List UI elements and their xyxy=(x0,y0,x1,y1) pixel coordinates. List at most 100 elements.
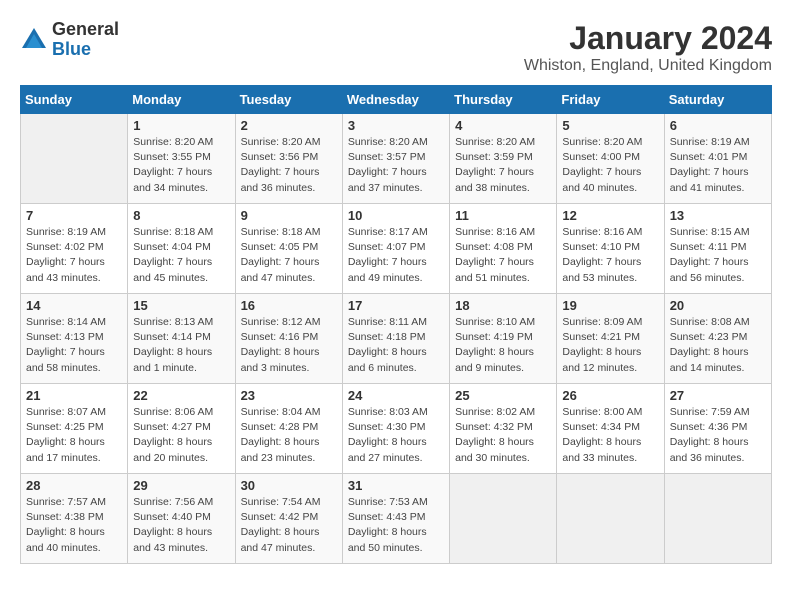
day-number: 23 xyxy=(241,388,337,403)
calendar-cell xyxy=(557,474,664,564)
day-info: Sunrise: 8:20 AMSunset: 4:00 PMDaylight:… xyxy=(562,135,658,196)
calendar-cell: 1 Sunrise: 8:20 AMSunset: 3:55 PMDaylight… xyxy=(128,114,235,204)
day-number: 28 xyxy=(26,478,122,493)
day-info: Sunrise: 7:59 AMSunset: 4:36 PMDaylight:… xyxy=(670,405,766,466)
header-row: SundayMondayTuesdayWednesdayThursdayFrid… xyxy=(21,86,772,114)
calendar-cell: 30 Sunrise: 7:54 AMSunset: 4:42 PMDayligh… xyxy=(235,474,342,564)
day-number: 16 xyxy=(241,298,337,313)
day-number: 19 xyxy=(562,298,658,313)
calendar-cell: 27 Sunrise: 7:59 AMSunset: 4:36 PMDayligh… xyxy=(664,384,771,474)
calendar-cell: 17Sunrise: 8:11 AMSunset: 4:18 PMDayligh… xyxy=(342,294,449,384)
calendar-cell: 6Sunrise: 8:19 AMSunset: 4:01 PMDaylight… xyxy=(664,114,771,204)
day-info: Sunrise: 8:16 AMSunset: 4:10 PMDaylight:… xyxy=(562,225,658,286)
calendar-cell xyxy=(664,474,771,564)
day-info: Sunrise: 8:20 AMSunset: 3:59 PMDaylight:… xyxy=(455,135,551,196)
calendar-cell: 2 Sunrise: 8:20 AMSunset: 3:56 PMDaylight… xyxy=(235,114,342,204)
day-number: 25 xyxy=(455,388,551,403)
calendar-cell: 22 Sunrise: 8:06 AMSunset: 4:27 PMDayligh… xyxy=(128,384,235,474)
calendar-cell: 31 Sunrise: 7:53 AMSunset: 4:43 PMDayligh… xyxy=(342,474,449,564)
header-day: Friday xyxy=(557,86,664,114)
header-day: Thursday xyxy=(450,86,557,114)
header-day: Monday xyxy=(128,86,235,114)
location: Whiston, England, United Kingdom xyxy=(524,57,772,75)
day-number: 10 xyxy=(348,208,444,223)
month-title: January 2024 xyxy=(524,20,772,57)
calendar-cell: 16 Sunrise: 8:12 AMSunset: 4:16 PMDayligh… xyxy=(235,294,342,384)
day-number: 14 xyxy=(26,298,122,313)
day-number: 6 xyxy=(670,118,766,133)
day-number: 9 xyxy=(241,208,337,223)
day-info: Sunrise: 8:18 AMSunset: 4:05 PMDaylight:… xyxy=(241,225,337,286)
day-number: 12 xyxy=(562,208,658,223)
calendar-cell xyxy=(21,114,128,204)
day-info: Sunrise: 8:14 AMSunset: 4:13 PMDaylight:… xyxy=(26,315,122,376)
day-number: 1 xyxy=(133,118,229,133)
calendar-table: SundayMondayTuesdayWednesdayThursdayFrid… xyxy=(20,85,772,564)
day-number: 22 xyxy=(133,388,229,403)
calendar-cell: 9 Sunrise: 8:18 AMSunset: 4:05 PMDaylight… xyxy=(235,204,342,294)
calendar-body: 1 Sunrise: 8:20 AMSunset: 3:55 PMDaylight… xyxy=(21,114,772,564)
day-number: 7 xyxy=(26,208,122,223)
calendar-cell: 28 Sunrise: 7:57 AMSunset: 4:38 PMDayligh… xyxy=(21,474,128,564)
calendar-cell: 8Sunrise: 8:18 AMSunset: 4:04 PMDaylight… xyxy=(128,204,235,294)
calendar-week-row: 7Sunrise: 8:19 AMSunset: 4:02 PMDaylight… xyxy=(21,204,772,294)
day-number: 2 xyxy=(241,118,337,133)
calendar-cell: 25 Sunrise: 8:02 AMSunset: 4:32 PMDayligh… xyxy=(450,384,557,474)
header-day: Wednesday xyxy=(342,86,449,114)
header-day: Saturday xyxy=(664,86,771,114)
page-header: General Blue January 2024 Whiston, Engla… xyxy=(20,20,772,75)
calendar-cell: 7Sunrise: 8:19 AMSunset: 4:02 PMDaylight… xyxy=(21,204,128,294)
day-info: Sunrise: 8:13 AMSunset: 4:14 PMDaylight:… xyxy=(133,315,229,376)
day-info: Sunrise: 8:00 AMSunset: 4:34 PMDaylight:… xyxy=(562,405,658,466)
logo-text: General Blue xyxy=(52,20,119,60)
calendar-cell: 11 Sunrise: 8:16 AMSunset: 4:08 PMDayligh… xyxy=(450,204,557,294)
day-number: 3 xyxy=(348,118,444,133)
calendar-cell: 19Sunrise: 8:09 AMSunset: 4:21 PMDayligh… xyxy=(557,294,664,384)
day-info: Sunrise: 8:20 AMSunset: 3:56 PMDaylight:… xyxy=(241,135,337,196)
day-number: 17 xyxy=(348,298,444,313)
day-number: 30 xyxy=(241,478,337,493)
day-info: Sunrise: 8:12 AMSunset: 4:16 PMDaylight:… xyxy=(241,315,337,376)
day-number: 31 xyxy=(348,478,444,493)
calendar-cell: 18Sunrise: 8:10 AMSunset: 4:19 PMDayligh… xyxy=(450,294,557,384)
calendar-cell xyxy=(450,474,557,564)
day-number: 11 xyxy=(455,208,551,223)
calendar-week-row: 21 Sunrise: 8:07 AMSunset: 4:25 PMDayligh… xyxy=(21,384,772,474)
day-info: Sunrise: 7:53 AMSunset: 4:43 PMDaylight:… xyxy=(348,495,444,556)
calendar-cell: 14 Sunrise: 8:14 AMSunset: 4:13 PMDayligh… xyxy=(21,294,128,384)
day-info: Sunrise: 8:20 AMSunset: 3:57 PMDaylight:… xyxy=(348,135,444,196)
calendar-cell: 23Sunrise: 8:04 AMSunset: 4:28 PMDayligh… xyxy=(235,384,342,474)
day-number: 27 xyxy=(670,388,766,403)
calendar-cell: 15 Sunrise: 8:13 AMSunset: 4:14 PMDayligh… xyxy=(128,294,235,384)
day-info: Sunrise: 8:07 AMSunset: 4:25 PMDaylight:… xyxy=(26,405,122,466)
calendar-cell: 26Sunrise: 8:00 AMSunset: 4:34 PMDayligh… xyxy=(557,384,664,474)
day-info: Sunrise: 8:06 AMSunset: 4:27 PMDaylight:… xyxy=(133,405,229,466)
calendar-cell: 3 Sunrise: 8:20 AMSunset: 3:57 PMDaylight… xyxy=(342,114,449,204)
day-info: Sunrise: 7:57 AMSunset: 4:38 PMDaylight:… xyxy=(26,495,122,556)
header-day: Sunday xyxy=(21,86,128,114)
day-number: 24 xyxy=(348,388,444,403)
header-day: Tuesday xyxy=(235,86,342,114)
calendar-cell: 5 Sunrise: 8:20 AMSunset: 4:00 PMDaylight… xyxy=(557,114,664,204)
day-number: 15 xyxy=(133,298,229,313)
day-info: Sunrise: 8:18 AMSunset: 4:04 PMDaylight:… xyxy=(133,225,229,286)
calendar-cell: 24Sunrise: 8:03 AMSunset: 4:30 PMDayligh… xyxy=(342,384,449,474)
logo-blue: Blue xyxy=(52,40,119,60)
day-info: Sunrise: 8:20 AMSunset: 3:55 PMDaylight:… xyxy=(133,135,229,196)
calendar-week-row: 1 Sunrise: 8:20 AMSunset: 3:55 PMDaylight… xyxy=(21,114,772,204)
calendar-cell: 20 Sunrise: 8:08 AMSunset: 4:23 PMDayligh… xyxy=(664,294,771,384)
day-info: Sunrise: 8:02 AMSunset: 4:32 PMDaylight:… xyxy=(455,405,551,466)
calendar-cell: 13Sunrise: 8:15 AMSunset: 4:11 PMDayligh… xyxy=(664,204,771,294)
day-info: Sunrise: 8:16 AMSunset: 4:08 PMDaylight:… xyxy=(455,225,551,286)
day-number: 20 xyxy=(670,298,766,313)
calendar-week-row: 28 Sunrise: 7:57 AMSunset: 4:38 PMDayligh… xyxy=(21,474,772,564)
day-number: 5 xyxy=(562,118,658,133)
day-info: Sunrise: 7:54 AMSunset: 4:42 PMDaylight:… xyxy=(241,495,337,556)
calendar-week-row: 14 Sunrise: 8:14 AMSunset: 4:13 PMDayligh… xyxy=(21,294,772,384)
calendar-cell: 10Sunrise: 8:17 AMSunset: 4:07 PMDayligh… xyxy=(342,204,449,294)
day-number: 21 xyxy=(26,388,122,403)
day-info: Sunrise: 8:15 AMSunset: 4:11 PMDaylight:… xyxy=(670,225,766,286)
day-info: Sunrise: 7:56 AMSunset: 4:40 PMDaylight:… xyxy=(133,495,229,556)
calendar-cell: 21 Sunrise: 8:07 AMSunset: 4:25 PMDayligh… xyxy=(21,384,128,474)
day-info: Sunrise: 8:08 AMSunset: 4:23 PMDaylight:… xyxy=(670,315,766,376)
